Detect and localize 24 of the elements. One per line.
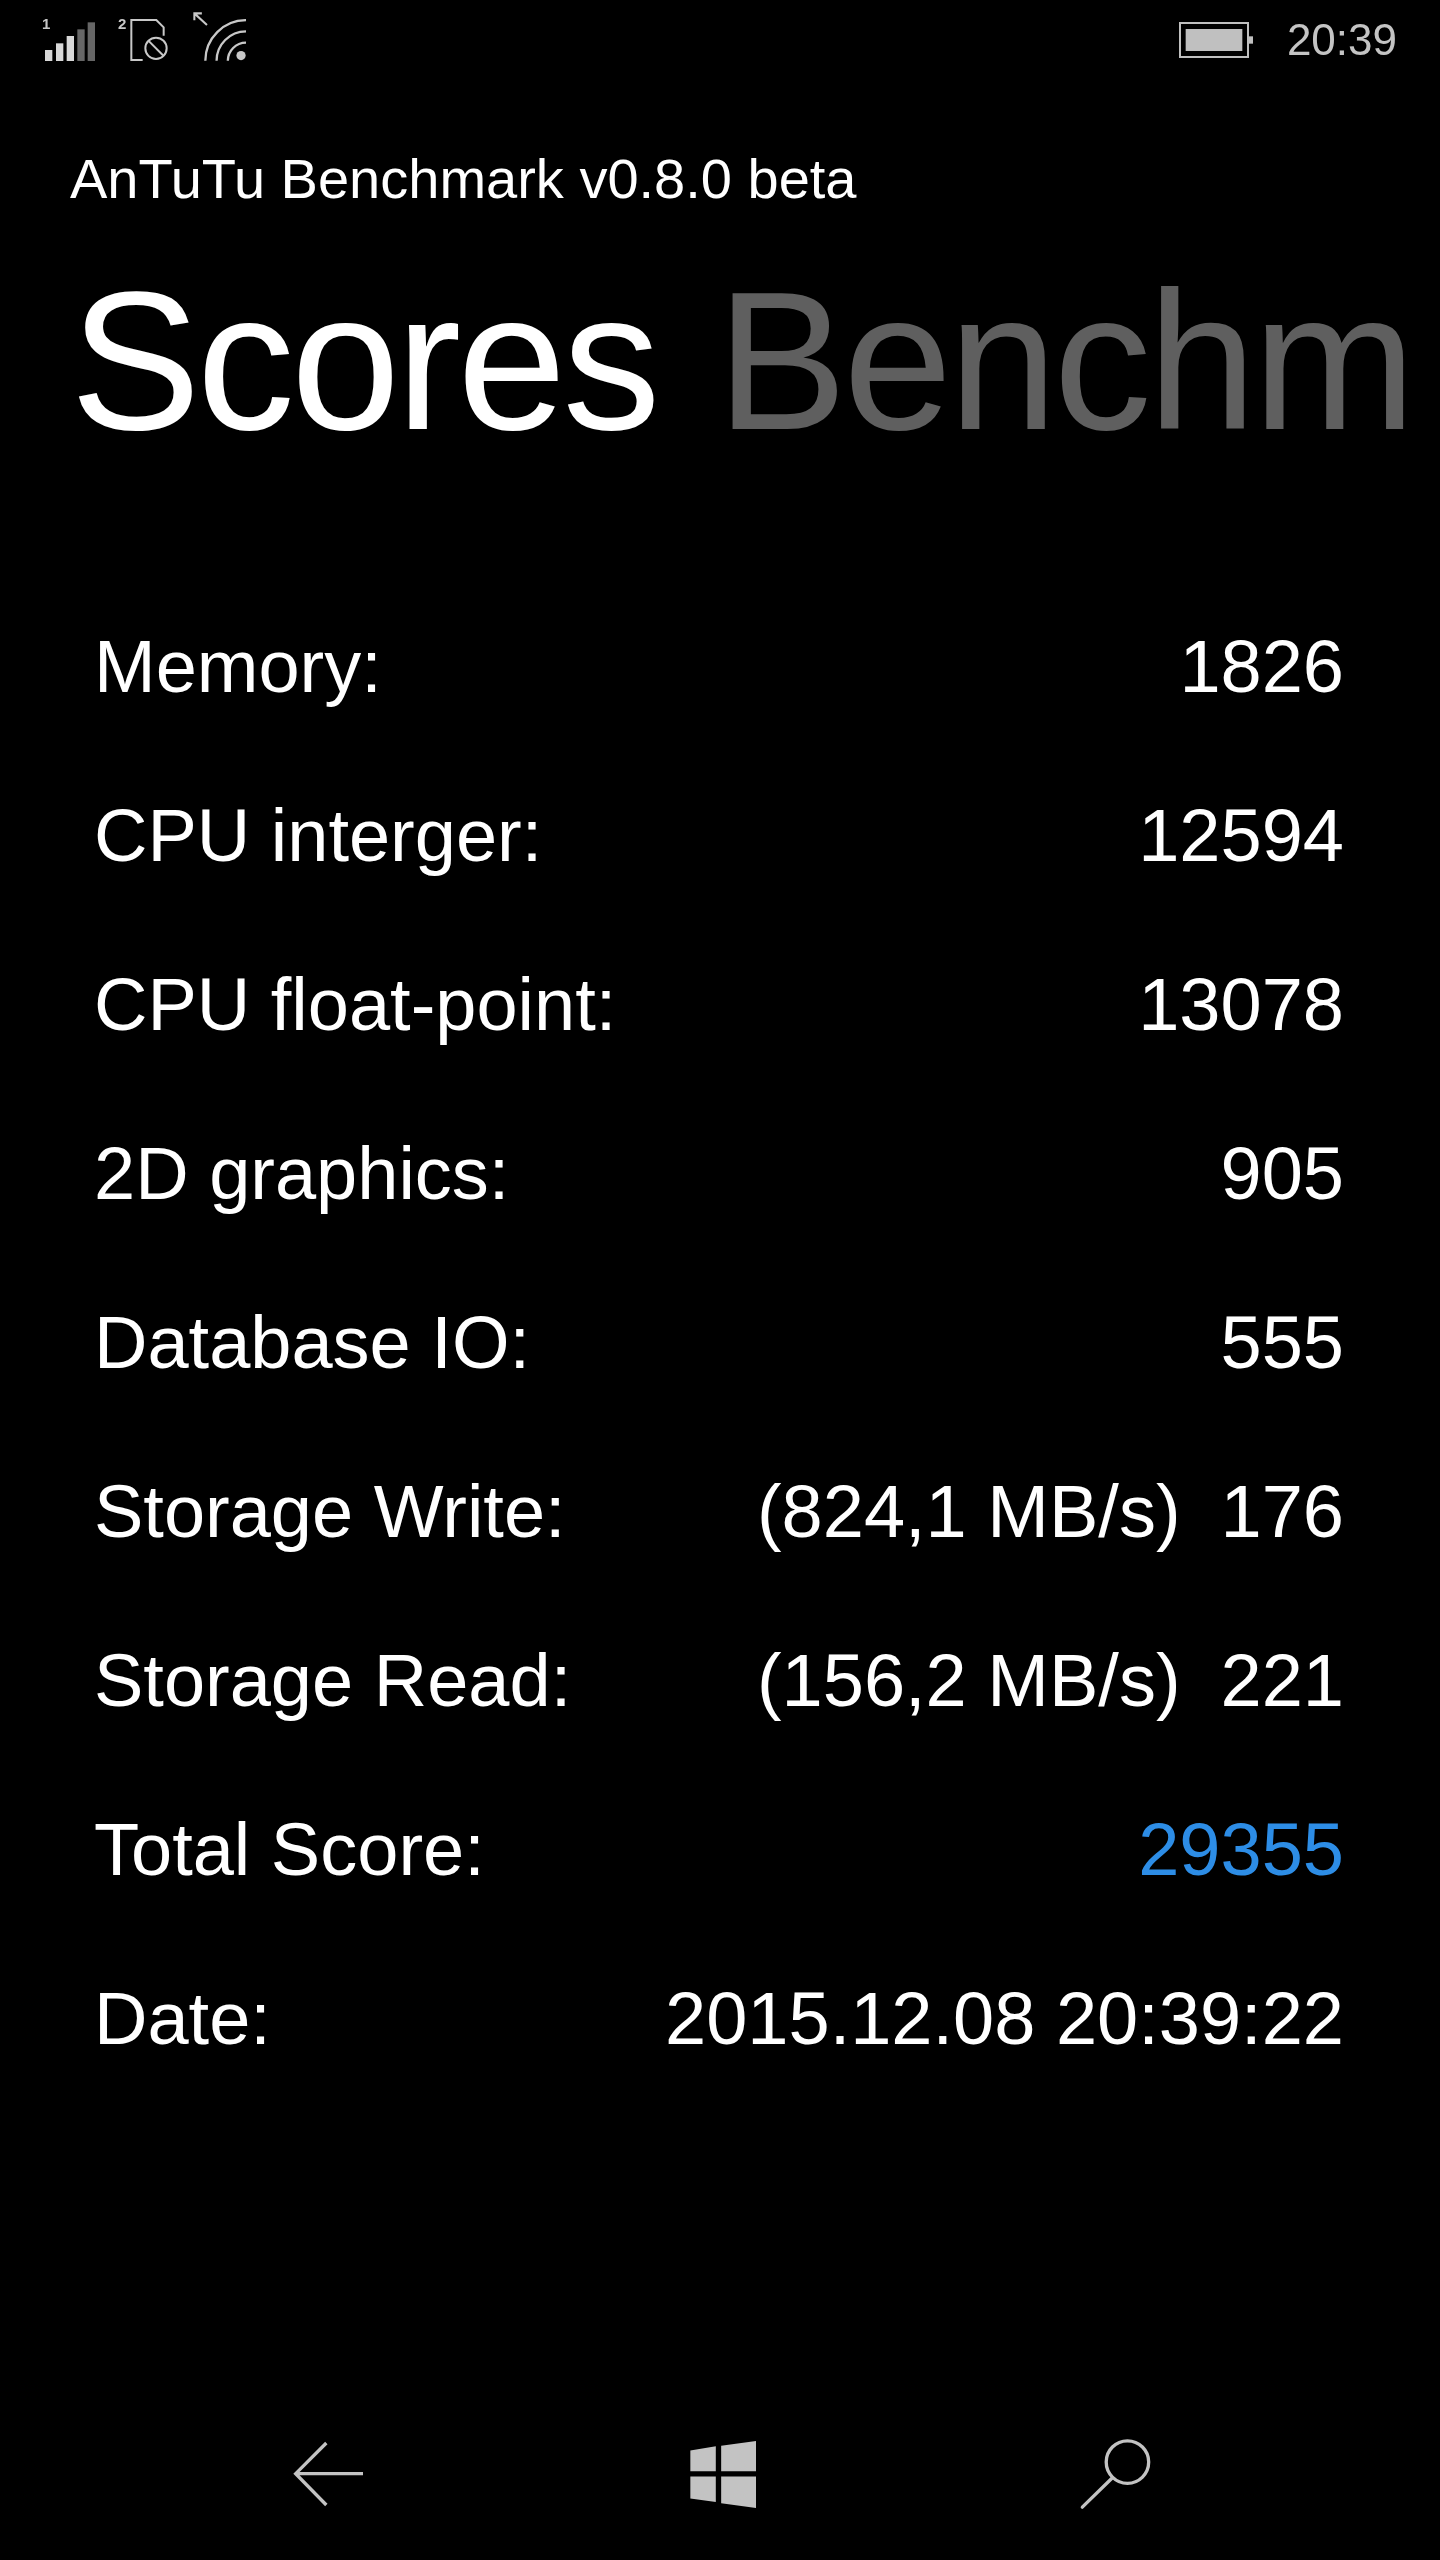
score-label: Total Score: <box>94 1812 485 1887</box>
score-value: 221 <box>1220 1643 1344 1718</box>
sim-slot-number: 1 <box>42 18 51 29</box>
score-value: 13078 <box>1138 967 1344 1042</box>
back-arrow-icon <box>293 2441 365 2507</box>
battery-icon <box>1178 22 1253 58</box>
arrow-icon <box>193 12 209 26</box>
score-value: 555 <box>1220 1305 1344 1380</box>
total-score-value: 29355 <box>1138 1812 1344 1887</box>
sim-slot-number: 2 <box>118 18 127 29</box>
score-value: 2015.12.08 20:39:22 <box>665 1981 1344 2056</box>
score-value: 12594 <box>1138 798 1344 873</box>
wifi-icon <box>204 19 248 61</box>
score-label: Database IO: <box>94 1305 530 1380</box>
score-value: 1826 <box>1179 629 1344 704</box>
app-title: AnTuTu Benchmark v0.8.0 beta <box>70 147 857 210</box>
score-label: Date: <box>94 1981 271 2056</box>
windows-logo-icon <box>688 2440 756 2508</box>
clock-time: 20:39 <box>1286 18 1397 62</box>
pivot-tab[interactable]: Scores <box>70 264 657 460</box>
score-value: 176 <box>1220 1474 1344 1549</box>
score-value: 905 <box>1220 1136 1344 1211</box>
sim-card-blocked-icon <box>130 19 170 61</box>
search-icon <box>1079 2438 1152 2510</box>
